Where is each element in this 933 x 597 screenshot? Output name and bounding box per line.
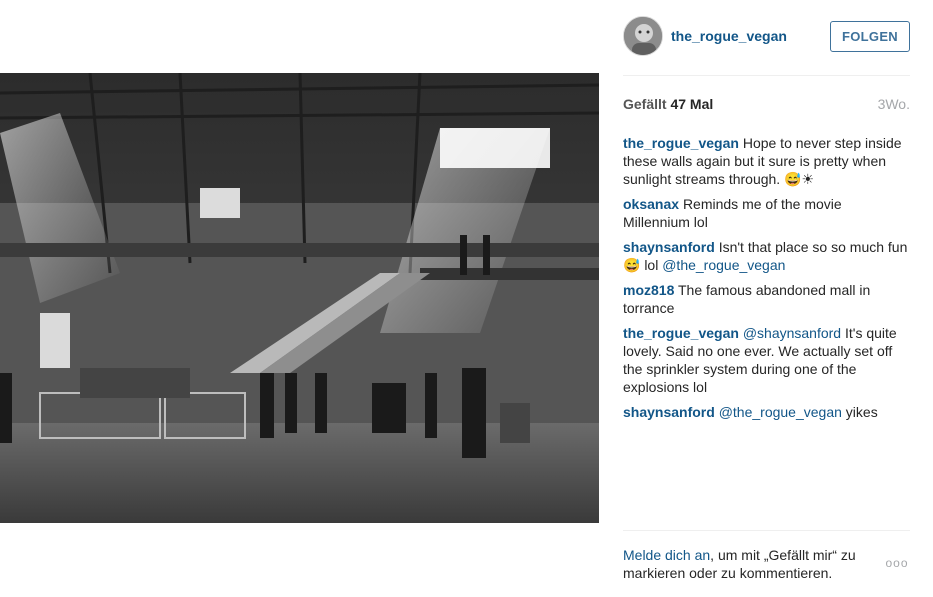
comment-item: moz818 The famous abandoned mall in torr… [623, 281, 910, 317]
author-avatar[interactable] [623, 16, 663, 56]
comment-mention[interactable]: @the_rogue_vegan [719, 404, 842, 420]
comment-item: shaynsanford @the_rogue_vegan yikes [623, 403, 910, 421]
comment-username[interactable]: moz818 [623, 282, 674, 298]
likes-row: Gefällt 47 Mal 3Wo. [623, 96, 910, 114]
photo-abandoned-mall [0, 73, 599, 523]
comment-item: the_rogue_vegan Hope to never step insid… [623, 134, 910, 188]
comment-username[interactable]: the_rogue_vegan [623, 135, 739, 151]
post-photo[interactable] [0, 73, 599, 523]
post-header: the_rogue_vegan FOLGEN [623, 16, 910, 58]
login-prompt: Melde dich an, um mit „Gefällt mir“ zu m… [623, 546, 878, 582]
comment-list: the_rogue_vegan Hope to never step insid… [623, 134, 910, 428]
comment-mention[interactable]: @shaynsanford [743, 325, 841, 341]
comment-text: yikes [845, 404, 878, 420]
likes-label: Gefällt [623, 96, 667, 112]
footer-divider [623, 530, 910, 531]
comment-mention[interactable]: @the_rogue_vegan [662, 257, 785, 273]
post-age[interactable]: 3Wo. [878, 96, 910, 112]
more-options-icon[interactable]: ooo [884, 556, 910, 574]
author-username[interactable]: the_rogue_vegan [671, 28, 787, 44]
comment-username[interactable]: the_rogue_vegan [623, 325, 739, 341]
comment-item: oksanax Reminds me of the movie Millenni… [623, 195, 910, 231]
login-link[interactable]: Melde dich an [623, 547, 710, 563]
header-divider [623, 75, 910, 76]
comment-item: the_rogue_vegan @shaynsanford It's quite… [623, 324, 910, 396]
comment-username[interactable]: shaynsanford [623, 239, 715, 255]
likes-count[interactable]: Gefällt 47 Mal [623, 96, 713, 112]
comment-username[interactable]: shaynsanford [623, 404, 715, 420]
post-sidebar: the_rogue_vegan FOLGEN Gefällt 47 Mal 3W… [623, 0, 910, 597]
follow-button[interactable]: FOLGEN [830, 21, 910, 52]
comment-item: shaynsanford Isn't that place so so much… [623, 238, 910, 274]
likes-value: 47 Mal [670, 96, 714, 112]
avatar-image [624, 17, 662, 55]
comment-username[interactable]: oksanax [623, 196, 679, 212]
